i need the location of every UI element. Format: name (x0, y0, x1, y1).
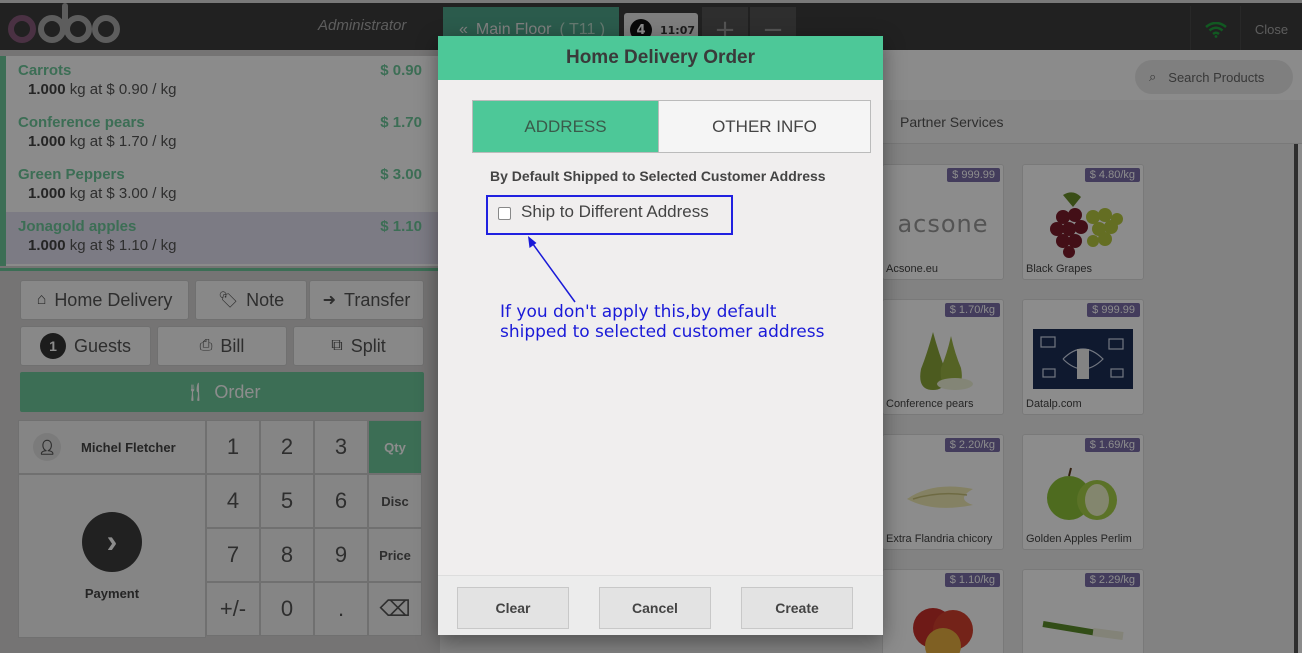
ship-different-address-label[interactable]: Ship to Different Address (521, 202, 709, 222)
modal-title: Home Delivery Order (438, 36, 883, 80)
modal-tabs: ADDRESS OTHER INFO (472, 100, 871, 153)
annotation-line-2: shipped to selected customer address (500, 322, 825, 342)
default-shipping-note: By Default Shipped to Selected Customer … (490, 168, 826, 184)
ship-different-address-checkbox[interactable] (498, 206, 511, 220)
create-button[interactable]: Create (741, 587, 853, 629)
cancel-button[interactable]: Cancel (599, 587, 711, 629)
pos-screen: Administrator « Main Floor ( T11 ) 4 11:… (0, 0, 1302, 653)
tab-address[interactable]: ADDRESS (473, 101, 658, 152)
ship-different-address-highlight: Ship to Different Address (486, 195, 733, 235)
home-delivery-modal: Home Delivery Order ADDRESS OTHER INFO B… (438, 36, 883, 635)
annotation-line-1: If you don't apply this,by default (500, 302, 777, 322)
clear-button[interactable]: Clear (457, 587, 569, 629)
annotation-text: If you don't apply this,by default shipp… (500, 302, 860, 342)
modal-footer: Clear Cancel Create (438, 575, 883, 635)
tab-other-info[interactable]: OTHER INFO (658, 101, 870, 152)
